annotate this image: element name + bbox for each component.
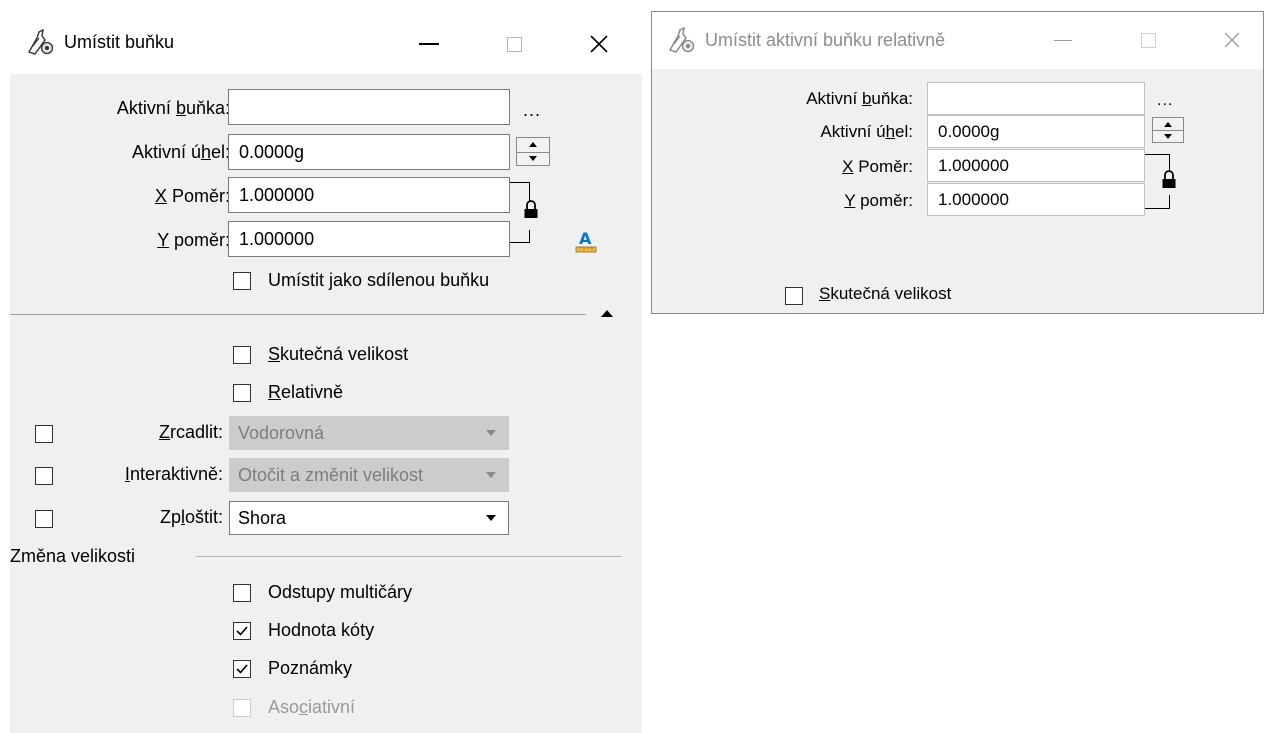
- lock-icon[interactable]: [1161, 170, 1177, 195]
- associative-checkbox[interactable]: [233, 699, 251, 717]
- associative-label: Asociativní: [268, 697, 356, 717]
- flatten-checkbox[interactable]: [35, 510, 53, 528]
- place-cell-window: Umístit buňku Aktivní buňka: ... Aktivní…: [10, 14, 642, 733]
- down-arrow-icon: [529, 155, 537, 161]
- relative-label: Relativně: [268, 382, 344, 402]
- x-scale-input[interactable]: 1.000000: [228, 177, 510, 213]
- minimize-button[interactable]: [1040, 20, 1086, 60]
- scale-lock-bracket: [510, 182, 530, 201]
- minimize-icon: [1054, 39, 1072, 41]
- svg-text:A: A: [579, 229, 592, 248]
- y-scale-input[interactable]: 1.000000: [927, 183, 1145, 216]
- scaling-group-label: Změna velikosti: [10, 546, 136, 566]
- text-scale-icon[interactable]: A: [574, 228, 598, 259]
- up-arrow-icon: [1164, 121, 1172, 127]
- place-cell-icon: [25, 28, 55, 61]
- multiline-offsets-label: Odstupy multičáry: [268, 582, 413, 602]
- maximize-button[interactable]: [1125, 20, 1171, 60]
- title-bar: Umístit buňku: [10, 14, 642, 74]
- window-title: Umístit aktivní buňku relativně: [705, 30, 946, 50]
- interactive-checkbox[interactable]: [35, 467, 53, 485]
- true-scale-checkbox[interactable]: [233, 346, 251, 364]
- window-title: Umístit buňku: [64, 32, 175, 52]
- browse-cell-button[interactable]: ...: [1157, 92, 1173, 110]
- flatten-label: Zploštit:: [159, 507, 223, 527]
- interactive-dropdown[interactable]: Otočit a změnit velikost: [229, 458, 509, 492]
- title-bar: Umístit aktivní buňku relativně: [652, 12, 1263, 69]
- mirror-checkbox[interactable]: [35, 425, 53, 443]
- multiline-offsets-checkbox[interactable]: [233, 584, 251, 602]
- active-angle-input[interactable]: 0.0000g: [927, 115, 1145, 148]
- minimize-button[interactable]: [406, 24, 452, 64]
- shared-cell-checkbox[interactable]: [233, 272, 251, 290]
- shared-cell-label: Umístit jako sdílenou buňku: [268, 270, 490, 290]
- up-arrow-icon: [529, 142, 537, 148]
- flatten-dropdown[interactable]: Shora: [229, 501, 509, 535]
- active-cell-label: Aktivní buňka:: [806, 89, 913, 108]
- chevron-down-icon: [486, 472, 496, 478]
- true-scale-label: Skutečná velikost: [268, 344, 409, 364]
- y-scale-input[interactable]: 1.000000: [228, 221, 510, 257]
- true-scale-label: Skutečná velikost: [819, 284, 952, 303]
- maximize-icon: [506, 36, 522, 52]
- maximize-button[interactable]: [491, 24, 537, 64]
- down-arrow-icon: [1164, 133, 1172, 139]
- close-button[interactable]: [1209, 20, 1255, 60]
- spinner-down[interactable]: [517, 152, 549, 166]
- active-cell-label: Aktivní buňka:: [116, 98, 230, 118]
- interactive-label: Interaktivně:: [124, 464, 223, 484]
- close-icon: [590, 35, 608, 53]
- minimize-icon: [419, 43, 439, 45]
- checkmark-icon: [236, 626, 248, 636]
- close-icon: [1224, 32, 1240, 48]
- active-cell-input[interactable]: [927, 82, 1145, 115]
- scale-lock-bracket-bottom: [510, 230, 530, 243]
- active-angle-label: Aktivní úhel:: [131, 142, 230, 162]
- lock-icon[interactable]: [523, 200, 539, 225]
- relative-checkbox[interactable]: [233, 384, 251, 402]
- scaling-group-line: [196, 556, 622, 557]
- section-divider: [10, 314, 586, 315]
- angle-spinner[interactable]: [1152, 117, 1184, 143]
- scale-lock-bracket-bottom: [1145, 195, 1170, 209]
- true-scale-checkbox[interactable]: [785, 287, 803, 305]
- chevron-down-icon: [486, 430, 496, 436]
- dimension-values-label: Hodnota kóty: [268, 620, 375, 640]
- annotations-checkbox[interactable]: [233, 660, 251, 678]
- spinner-up[interactable]: [517, 138, 549, 153]
- x-scale-label: X Poměr:: [842, 157, 913, 176]
- y-scale-label: Y poměr:: [844, 191, 913, 210]
- interactive-value: Otočit a změnit velikost: [238, 464, 424, 485]
- chevron-down-icon: [486, 515, 496, 521]
- active-cell-input[interactable]: [228, 89, 510, 125]
- checkmark-icon: [236, 664, 248, 674]
- flatten-value: Shora: [238, 507, 287, 528]
- mirror-dropdown[interactable]: Vodorovná: [229, 416, 509, 450]
- active-angle-input[interactable]: 0.0000g: [228, 134, 510, 170]
- collapse-arrow-icon[interactable]: [601, 310, 613, 317]
- mirror-value: Vodorovná: [238, 422, 325, 443]
- close-button[interactable]: [576, 24, 622, 64]
- x-scale-input[interactable]: 1.000000: [927, 149, 1145, 182]
- dimension-values-checkbox[interactable]: [233, 622, 251, 640]
- mirror-label: Zrcadlit:: [158, 422, 223, 442]
- spinner-down[interactable]: [1153, 130, 1183, 142]
- x-scale-label: X Poměr:: [154, 186, 230, 206]
- place-cell-relative-window: Umístit aktivní buňku relativně Aktivní …: [651, 11, 1264, 314]
- browse-cell-button[interactable]: ...: [523, 100, 541, 121]
- maximize-icon: [1140, 32, 1156, 48]
- angle-spinner[interactable]: [516, 137, 550, 166]
- annotations-label: Poznámky: [268, 658, 353, 678]
- active-angle-label: Aktivní úhel:: [820, 122, 913, 141]
- y-scale-label: Y poměr:: [157, 230, 230, 250]
- place-cell-icon: [666, 26, 696, 59]
